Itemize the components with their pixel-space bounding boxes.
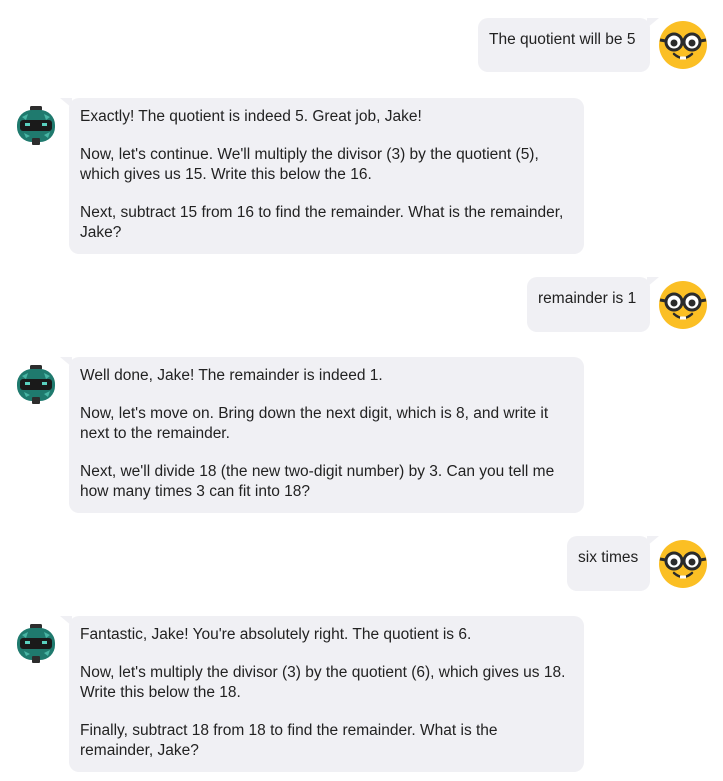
user-message-bubble: six times: [567, 536, 659, 591]
message-text: Finally, subtract 18 from 18 to find the…: [80, 722, 498, 759]
message-bot: Exactly! The quotient is indeed 5. Great…: [0, 98, 723, 254]
message-user: The quotient will be 5: [0, 18, 723, 72]
message-text: Well done, Jake! The remainder is indeed…: [80, 367, 383, 384]
message-bot: Fantastic, Jake! You're absolutely right…: [0, 616, 723, 772]
user-message-bubble: remainder is 1: [527, 277, 659, 332]
message-text: Now, let's continue. We'll multiply the …: [80, 146, 539, 183]
bot-message-bubble: Exactly! The quotient is indeed 5. Great…: [60, 98, 584, 254]
message-text: Now, let's multiply the divisor (3) by t…: [80, 664, 566, 701]
bot-message-bubble: Well done, Jake! The remainder is indeed…: [60, 357, 584, 513]
message-text: The quotient will be 5: [489, 31, 636, 48]
bot-message-bubble: Fantastic, Jake! You're absolutely right…: [60, 616, 584, 772]
nerd-face-icon: [659, 281, 707, 329]
message-text: Fantastic, Jake! You're absolutely right…: [80, 626, 472, 643]
user-message-bubble: The quotient will be 5: [478, 18, 659, 72]
nerd-face-icon: [659, 540, 707, 588]
message-bot: Well done, Jake! The remainder is indeed…: [0, 357, 723, 513]
robot-icon: [17, 365, 55, 404]
nerd-face-icon: [659, 21, 707, 69]
message-text: six times: [578, 549, 639, 566]
message-text: Next, we'll divide 18 (the new two-digit…: [80, 463, 555, 500]
message-user: remainder is 1: [0, 277, 723, 332]
message-text: Now, let's move on. Bring down the next …: [80, 405, 549, 442]
message-text: Exactly! The quotient is indeed 5. Great…: [80, 108, 422, 125]
message-user: six times: [0, 536, 723, 591]
robot-icon: [17, 624, 55, 663]
message-text: remainder is 1: [538, 290, 637, 307]
robot-icon: [17, 106, 55, 145]
message-text: Next, subtract 15 from 16 to find the re…: [80, 204, 564, 241]
